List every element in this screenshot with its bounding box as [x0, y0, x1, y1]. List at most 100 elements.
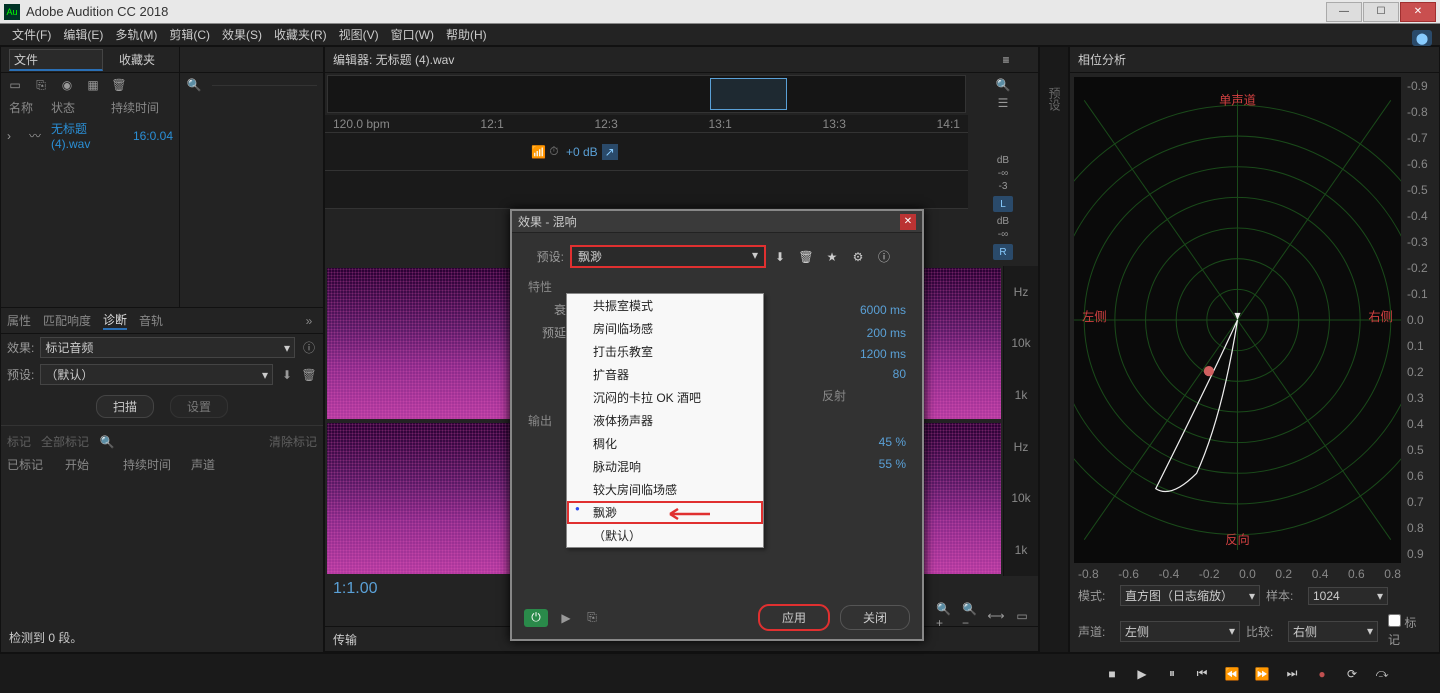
wet-value[interactable]: 45 %	[846, 435, 906, 449]
play-transport-icon[interactable]: ▶	[1134, 666, 1150, 682]
zoom-full-icon[interactable]: ⟷	[988, 608, 1004, 624]
dialog-preset-select[interactable]: 飘渺▾	[570, 245, 766, 268]
preset-option[interactable]: 液体扬声器	[567, 409, 763, 432]
preview-loop-icon[interactable]: ⎘	[584, 610, 600, 626]
favorites-tab[interactable]: 收藏夹	[119, 51, 155, 68]
settings-button[interactable]: 设置	[170, 395, 228, 418]
apply-button[interactable]: 应用	[758, 604, 830, 631]
close-button[interactable]: ✕	[1400, 2, 1436, 22]
menu-view[interactable]: 视图(V)	[333, 26, 385, 43]
mark-checkbox[interactable]	[1388, 614, 1401, 627]
predelay-value[interactable]: 200 ms	[846, 326, 906, 340]
tab-match[interactable]: 匹配响度	[43, 312, 91, 329]
zoom-out-icon[interactable]: 🔍−	[962, 608, 978, 624]
list-icon[interactable]: ☰	[995, 95, 1011, 111]
p4-value[interactable]: 80	[846, 367, 906, 381]
zoom-icon[interactable]: 🔍	[995, 77, 1011, 93]
rewind-icon[interactable]: ⏪	[1224, 666, 1240, 682]
save-preset-dialog-icon[interactable]: ⬇	[772, 249, 788, 265]
transport-tab[interactable]: 传输	[333, 631, 357, 648]
clear-marks-button[interactable]: 清除标记	[269, 433, 317, 450]
save-preset-icon[interactable]: ⬇	[279, 367, 295, 383]
rewind-start-icon[interactable]: ⏮	[1194, 666, 1210, 682]
more-tabs-icon[interactable]: »	[301, 313, 317, 329]
file-row[interactable]: › 〰 无标题 (4).wav 16:0.04	[1, 118, 179, 153]
record-icon[interactable]: ◉	[59, 77, 75, 93]
zoom-sel-icon[interactable]: ▭	[1014, 608, 1030, 624]
tab-track[interactable]: 音轨	[139, 312, 163, 329]
phase-scope[interactable]: 单声道 左侧 右侧 反向	[1074, 77, 1401, 563]
effect-info-icon[interactable]: ⓘ	[301, 340, 317, 356]
zoom-in-icon[interactable]: 🔍+	[936, 608, 952, 624]
mode-select[interactable]: 直方图（日志缩放）▾	[1120, 585, 1260, 606]
preset-option[interactable]: 沉闷的卡拉 OK 酒吧	[567, 386, 763, 409]
close-dialog-button[interactable]: 关闭	[840, 605, 910, 630]
preset-option[interactable]: 较大房间临场感	[567, 478, 763, 501]
import-icon[interactable]: ⎘	[33, 77, 49, 93]
preset-select[interactable]: （默认）▾	[40, 364, 273, 385]
menu-window[interactable]: 窗口(W)	[385, 26, 440, 43]
channel-l-button[interactable]: L	[993, 196, 1013, 212]
channel-r-button[interactable]: R	[993, 244, 1013, 260]
effect-select[interactable]: 标记音频▾	[40, 337, 295, 358]
expand-icon[interactable]: ›	[7, 129, 29, 143]
search-marks-icon[interactable]: 🔍	[99, 434, 115, 450]
files-tab[interactable]: 文件	[9, 49, 103, 71]
menu-effects[interactable]: 效果(S)	[216, 26, 268, 43]
menu-clip[interactable]: 剪辑(C)	[163, 26, 216, 43]
search-icon[interactable]: 🔍	[186, 77, 202, 93]
expand-meter-icon[interactable]: ↗	[602, 144, 618, 160]
record-transport-icon[interactable]: ●	[1314, 666, 1330, 682]
decay-value[interactable]: 6000 ms	[846, 303, 906, 317]
preset-option[interactable]: 脉动混响	[567, 455, 763, 478]
menu-help[interactable]: 帮助(H)	[440, 26, 493, 43]
snap-icon[interactable]: ⬤	[1412, 30, 1432, 46]
menu-multitrack[interactable]: 多轨(M)	[109, 26, 163, 43]
sample-select[interactable]: 1024▾	[1308, 587, 1388, 605]
preset-option[interactable]: 房间临场感	[567, 317, 763, 340]
forward-icon[interactable]: ⏩	[1254, 666, 1270, 682]
menu-favorites[interactable]: 收藏夹(R)	[268, 26, 333, 43]
info-icon[interactable]: ⓘ	[876, 249, 892, 265]
delete-icon[interactable]: 🗑	[111, 77, 127, 93]
open-file-icon[interactable]: ▭	[7, 77, 23, 93]
dry-value[interactable]: 55 %	[846, 457, 906, 471]
search-input[interactable]	[212, 85, 317, 86]
favorite-icon[interactable]: ★	[824, 249, 840, 265]
all-mark-button[interactable]: 全部标记	[41, 433, 89, 450]
delete-preset-dialog-icon[interactable]: 🗑	[798, 249, 814, 265]
loop-transport-icon[interactable]: ⟳	[1344, 666, 1360, 682]
power-toggle-icon[interactable]: ⏻	[524, 609, 548, 627]
time-ruler[interactable]: 120.0 bpm 12:1 12:3 13:1 13:3 14:1 ⬤	[325, 115, 968, 133]
minimize-button[interactable]: —	[1326, 2, 1362, 22]
preview-play-icon[interactable]: ▶	[558, 610, 574, 626]
preset-option[interactable]: （默认）	[567, 524, 763, 547]
maximize-button[interactable]: ☐	[1363, 2, 1399, 22]
menu-file[interactable]: 文件(F)	[6, 26, 57, 43]
p3-value[interactable]: 1200 ms	[846, 347, 906, 361]
scan-button[interactable]: 扫描	[96, 395, 154, 418]
clock-icon[interactable]: ⏱	[546, 144, 562, 160]
preset-option[interactable]: 共振室模式	[567, 294, 763, 317]
settings-gear-icon[interactable]: ⚙	[850, 249, 866, 265]
stop-icon[interactable]: ■	[1104, 666, 1120, 682]
compare-select[interactable]: 右侧▾	[1288, 621, 1378, 642]
preset-option[interactable]: 稠化	[567, 432, 763, 455]
new-multitrack-icon[interactable]: ▦	[85, 77, 101, 93]
collapsed-panel[interactable]: 预设	[1039, 46, 1069, 653]
menu-edit[interactable]: 编辑(E)	[57, 26, 109, 43]
skip-icon[interactable]: ⤼	[1374, 666, 1390, 682]
db-value[interactable]: +0 dB	[566, 145, 598, 159]
tab-diagnostics[interactable]: 诊断	[103, 311, 127, 330]
channel-select[interactable]: 左侧▾	[1120, 621, 1240, 642]
tab-properties[interactable]: 属性	[7, 312, 31, 329]
pause-icon[interactable]: ⏸	[1164, 666, 1180, 682]
preset-option[interactable]: 扩音器	[567, 363, 763, 386]
forward-end-icon[interactable]: ⏭	[1284, 666, 1300, 682]
delete-preset-icon[interactable]: 🗑	[301, 367, 317, 383]
preset-option[interactable]: 打击乐教室	[567, 340, 763, 363]
panel-menu-icon[interactable]: ≡	[998, 52, 1014, 68]
navigation-overview[interactable]	[327, 75, 966, 113]
dialog-close-icon[interactable]: ✕	[900, 214, 916, 230]
mark-button[interactable]: 标记	[7, 433, 31, 450]
